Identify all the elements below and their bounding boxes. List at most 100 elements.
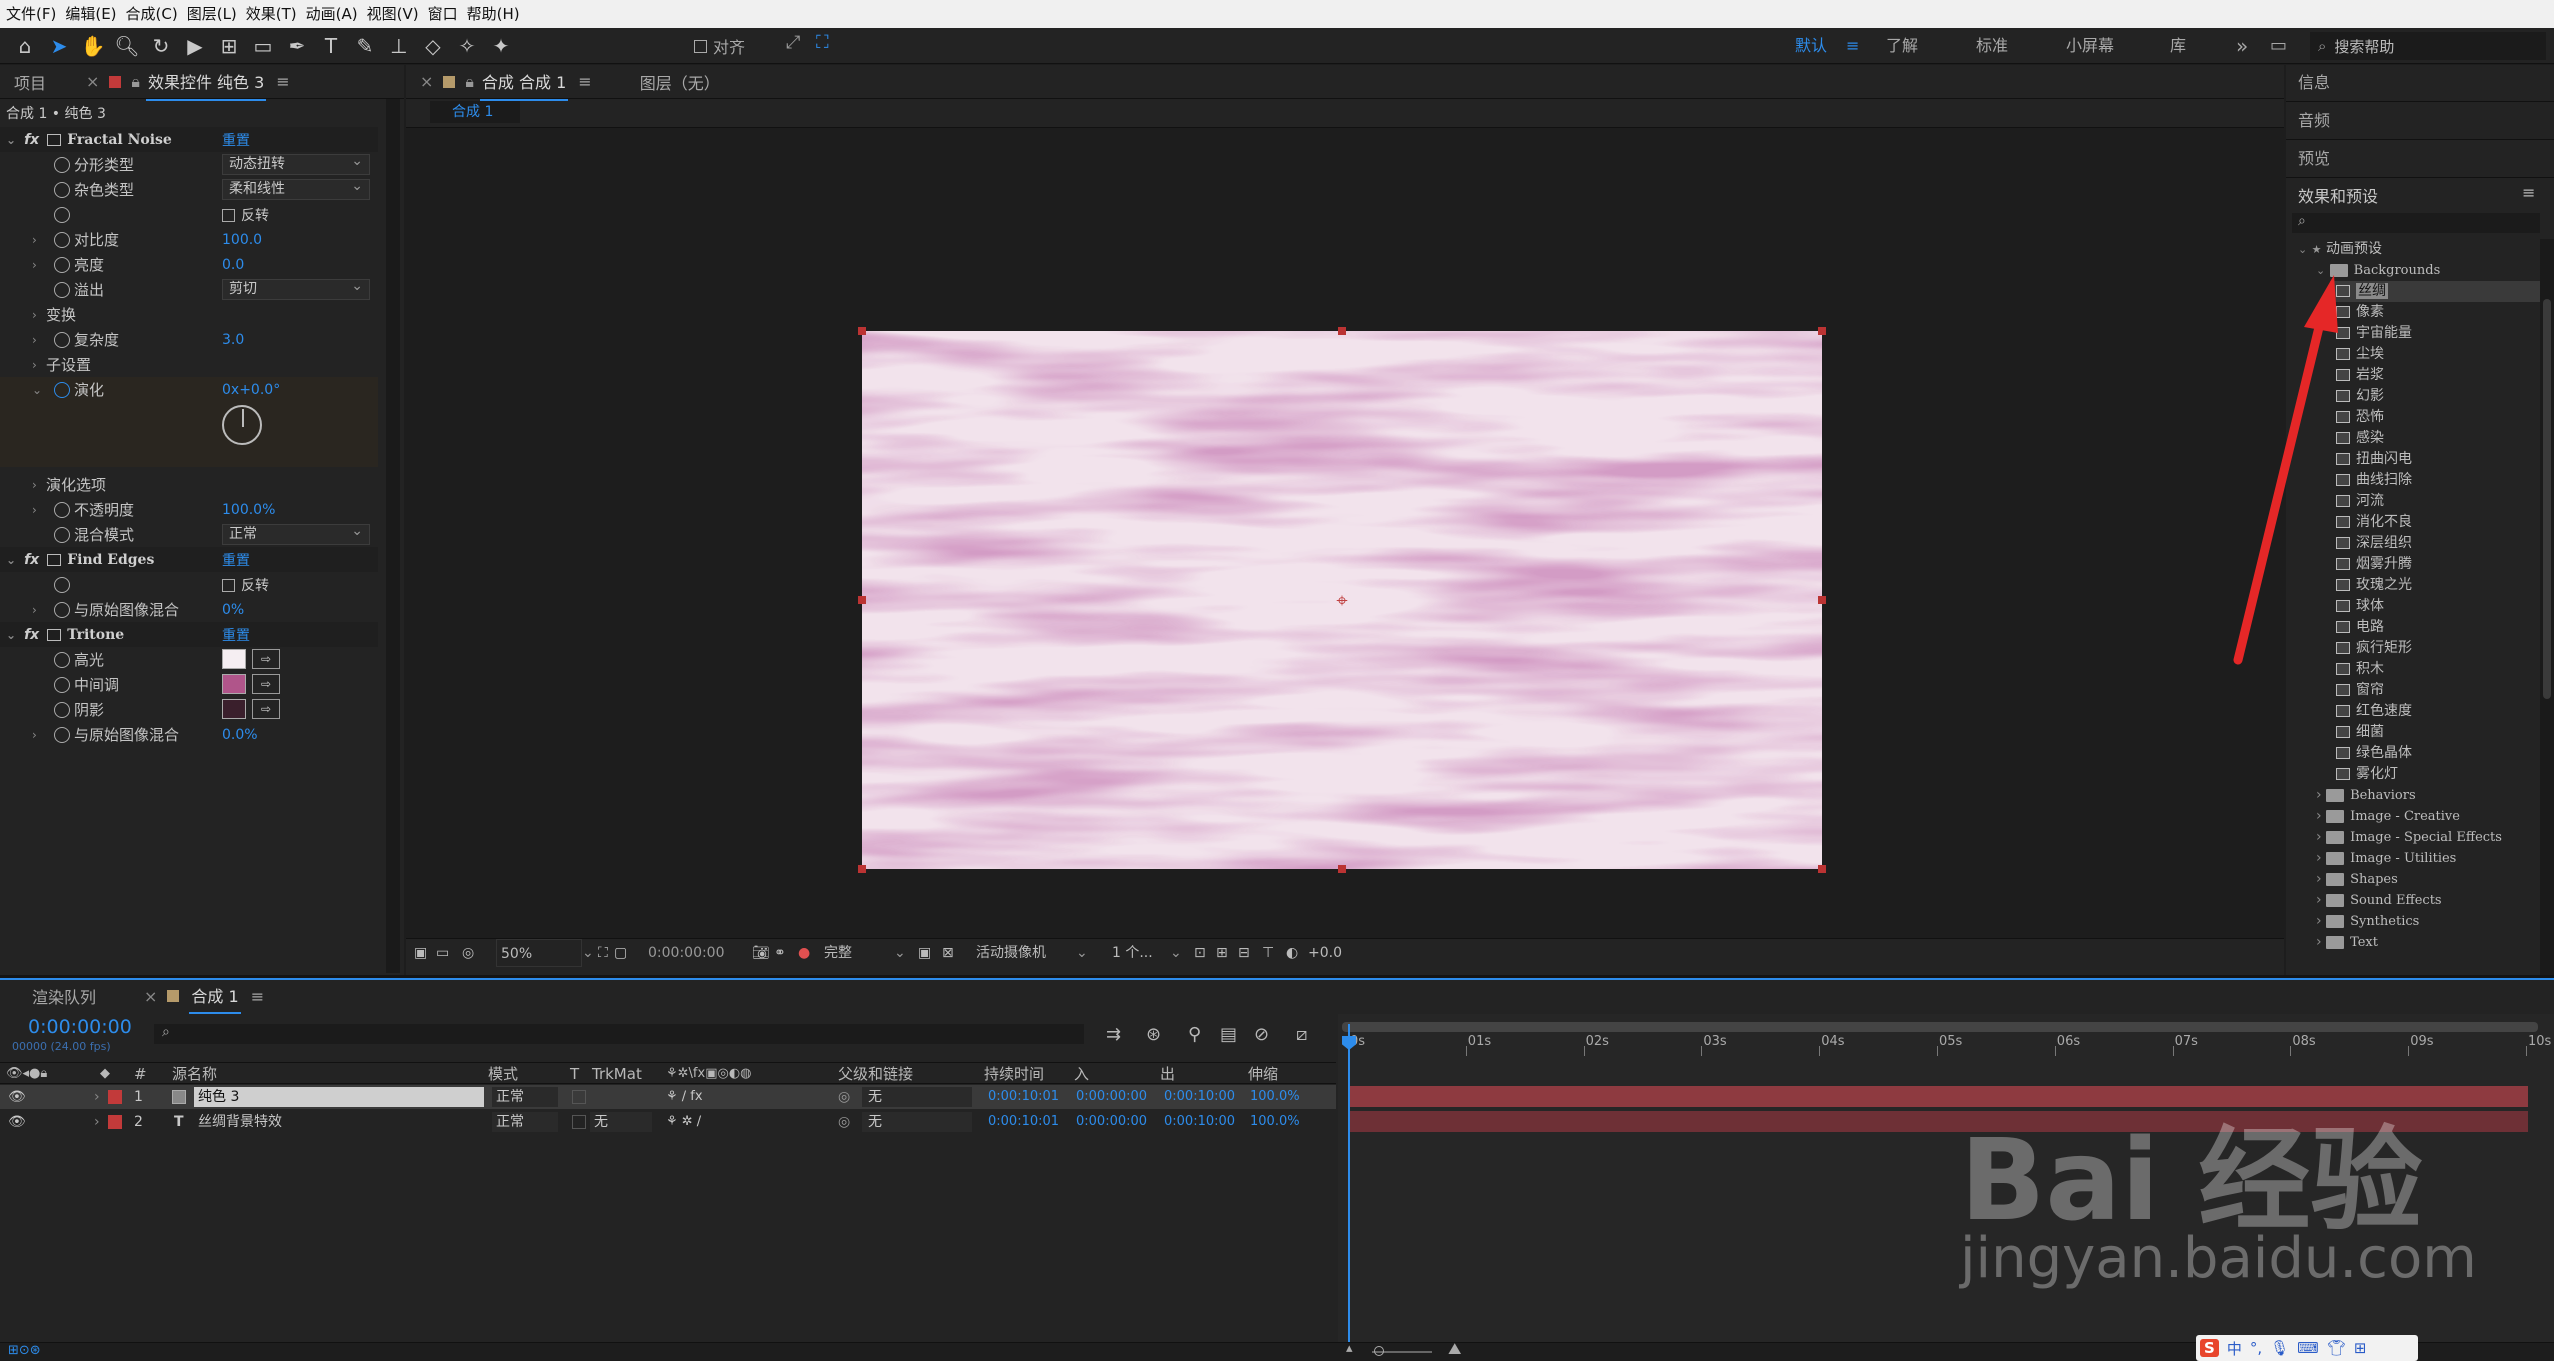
effect-fractal-noise[interactable]: ⌄ fx Fractal Noise 重置 xyxy=(0,127,378,152)
stopwatch-icon[interactable] xyxy=(54,576,70,593)
col-out[interactable]: 出 xyxy=(1160,1063,1175,1085)
col-in[interactable]: 入 xyxy=(1074,1063,1089,1085)
menu-window[interactable]: 窗口 xyxy=(428,0,467,28)
effects-search-input[interactable]: ⌕ xyxy=(2292,213,2540,233)
blend-mode-dropdown[interactable]: 正常 xyxy=(222,522,370,545)
show-snapshot-icon[interactable]: ⚭ xyxy=(774,939,786,967)
opacity-value[interactable]: 100.0% xyxy=(222,502,275,518)
workspace-layout-icon[interactable]: ▭ xyxy=(2270,28,2287,64)
preset-folder[interactable]: › Shapes xyxy=(2316,869,2398,890)
preset-folder[interactable]: › Image - Utilities xyxy=(2316,848,2456,869)
timeline-icon[interactable]: ⊟ xyxy=(1238,939,1250,967)
transform-handle[interactable] xyxy=(1818,327,1826,335)
preserve-transparency-checkbox[interactable] xyxy=(572,1090,586,1104)
workspace-standard[interactable]: 标准 xyxy=(1976,28,2008,64)
expand-icon[interactable]: › xyxy=(32,333,37,347)
preset-item[interactable]: 窗帘 xyxy=(2336,680,2384,701)
anchor-point-icon[interactable]: ⌖ xyxy=(1332,590,1352,610)
lock-icon[interactable]: 🔒︎ xyxy=(131,72,140,92)
preset-folder[interactable]: › Behaviors xyxy=(2316,785,2416,806)
invert-checkbox[interactable]: 反转 xyxy=(222,205,269,225)
expand-icon[interactable]: › xyxy=(2316,934,2326,950)
transform-handle[interactable] xyxy=(858,596,866,604)
expand-icon[interactable]: › xyxy=(2316,829,2326,845)
col-duration[interactable]: 持续时间 xyxy=(984,1063,1044,1085)
layer-name[interactable]: 丝绸背景特效 xyxy=(198,1110,282,1134)
eyedropper-icon[interactable]: ⇨ xyxy=(252,674,280,694)
transform-handle[interactable] xyxy=(1338,865,1346,873)
preset-item[interactable]: 宇宙能量 xyxy=(2336,323,2412,344)
visibility-eye-icon[interactable]: 👁︎ xyxy=(8,1085,26,1109)
collapse-icon[interactable]: ⌄ xyxy=(6,628,16,642)
zoom-in-icon[interactable]: ⛰ xyxy=(1448,1339,1461,1359)
scrollbar-thumb[interactable] xyxy=(2543,299,2551,699)
expand-icon[interactable]: › xyxy=(2316,787,2326,803)
layer-trkmat-dropdown[interactable]: 无 xyxy=(590,1112,652,1132)
tab-timeline-comp[interactable]: 合成 1 xyxy=(189,978,241,1014)
transparency-grid-icon[interactable]: ▢ xyxy=(614,939,627,967)
stopwatch-icon[interactable] xyxy=(54,256,70,273)
preset-item[interactable]: 曲线扫除 xyxy=(2336,470,2412,491)
preset-item[interactable]: 烟雾升腾 xyxy=(2336,554,2412,575)
tab-composition[interactable]: 合成 合成 1 xyxy=(479,63,569,101)
expand-icon[interactable]: › xyxy=(32,503,37,517)
evolution-dial[interactable] xyxy=(222,405,262,445)
align-checkbox[interactable] xyxy=(694,39,707,53)
tree-root-animation-presets[interactable]: ⌄ ★ 动画预设 xyxy=(2298,239,2382,260)
fx-icon[interactable]: fx xyxy=(24,627,39,643)
help-search[interactable]: ⌕ 搜索帮助 xyxy=(2310,32,2546,60)
viewer-canvas[interactable]: ⌖ xyxy=(406,128,2284,938)
prop-transform[interactable]: › 变换 xyxy=(0,302,378,327)
stopwatch-icon[interactable] xyxy=(54,526,70,543)
snapshot-icon[interactable]: 📷︎ xyxy=(752,939,770,967)
preset-folder[interactable]: › Synthetics xyxy=(2316,911,2419,932)
fractal-type-dropdown[interactable]: 动态扭转 xyxy=(222,152,370,175)
tritone-blend-value[interactable]: 0.0% xyxy=(222,727,258,743)
ime-grid-icon[interactable]: ⊞ xyxy=(2354,1339,2367,1357)
eraser-tool-icon[interactable]: ◇ xyxy=(418,31,448,61)
workspace-learn[interactable]: 了解 xyxy=(1886,28,1918,64)
stopwatch-icon[interactable] xyxy=(54,231,70,248)
label-color[interactable] xyxy=(108,1115,122,1129)
sogou-icon[interactable]: S xyxy=(2200,1339,2219,1357)
stopwatch-icon[interactable] xyxy=(54,281,70,298)
ime-mic-icon[interactable]: 🎙︎ xyxy=(2270,1339,2289,1357)
invert-checkbox[interactable]: 反转 xyxy=(222,575,269,595)
col-trkmat[interactable]: TrkMat xyxy=(592,1063,642,1085)
time-ruler[interactable]: 0s 01s 02s 03s 04s 05s 06s 07s 08s 09s 10s xyxy=(1338,1034,2554,1058)
pen-tool-icon[interactable]: ✒ xyxy=(282,31,312,61)
zoom-slider-knob[interactable] xyxy=(1374,1346,1384,1356)
collapse-icon[interactable]: ⌄ xyxy=(6,133,16,147)
menu-edit[interactable]: 编辑(E) xyxy=(65,0,125,28)
reset-button[interactable]: 重置 xyxy=(222,550,250,570)
layer-in[interactable]: 0:00:00:00 xyxy=(1076,1110,1147,1134)
expand-icon[interactable]: › xyxy=(2316,808,2326,824)
evolution-value[interactable]: 0x+0.0° xyxy=(222,382,280,398)
preset-item[interactable]: 玫瑰之光 xyxy=(2336,575,2412,596)
shadows-color-swatch[interactable] xyxy=(222,699,246,719)
complexity-value[interactable]: 3.0 xyxy=(222,332,244,348)
transform-handle[interactable] xyxy=(858,327,866,335)
menu-layer[interactable]: 图层(L) xyxy=(187,0,246,28)
audio-panel-tab[interactable]: 音频 xyxy=(2298,107,2330,131)
stopwatch-icon[interactable] xyxy=(54,651,70,668)
timeline-timecode[interactable]: 0:00:00:00 xyxy=(28,1016,132,1038)
layer-in[interactable]: 0:00:00:00 xyxy=(1076,1085,1147,1109)
panel-menu-icon[interactable]: ≡ xyxy=(251,987,264,1006)
preview-panel-tab[interactable]: 预览 xyxy=(2298,145,2330,169)
transform-handle[interactable] xyxy=(1818,596,1826,604)
preset-item[interactable]: 雾化灯 xyxy=(2336,764,2398,785)
stopwatch-icon[interactable] xyxy=(54,156,70,173)
expand-icon[interactable]: › xyxy=(2316,871,2326,887)
pan-behind-tool-icon[interactable]: ⊞ xyxy=(214,31,244,61)
left-panel-scrollbar[interactable] xyxy=(386,99,400,973)
pickwhip-icon[interactable]: ◎ xyxy=(838,1085,850,1109)
current-time[interactable]: 0:00:00:00 xyxy=(642,939,748,967)
mask-icon[interactable]: ◎ xyxy=(462,939,474,967)
layer-mode-dropdown[interactable]: 正常 xyxy=(492,1112,558,1132)
expand-icon[interactable]: › xyxy=(2316,913,2326,929)
zoom-tool-icon[interactable]: 🔍︎ xyxy=(112,31,142,61)
motion-blur-icon[interactable]: ⊘ xyxy=(1254,1024,1269,1045)
preset-item[interactable]: 扭曲闪电 xyxy=(2336,449,2412,470)
checkbox-box[interactable] xyxy=(222,209,235,222)
